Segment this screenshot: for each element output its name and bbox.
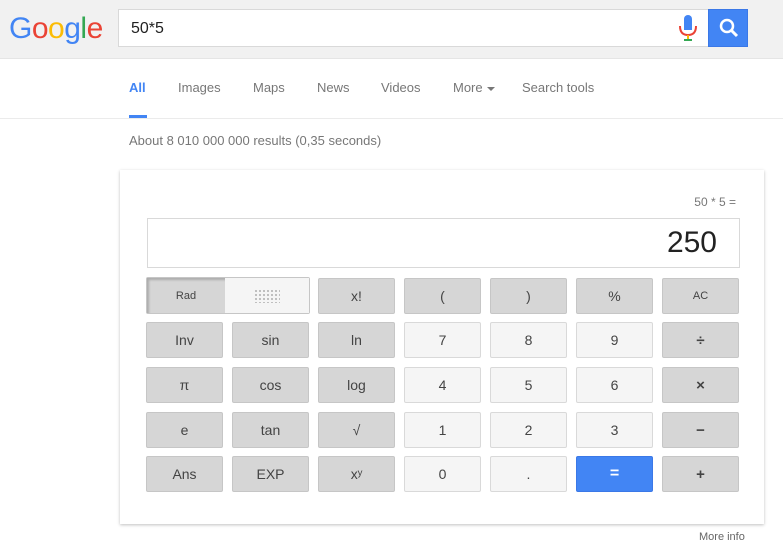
microphone-icon[interactable] xyxy=(678,15,698,41)
logo-letter: o xyxy=(31,12,49,45)
deg-button[interactable] xyxy=(225,278,309,313)
minus-key[interactable]: − xyxy=(662,412,739,448)
logo-letter: G xyxy=(9,12,32,45)
log-key[interactable]: log xyxy=(318,367,395,403)
logo-letter: o xyxy=(48,12,65,45)
power-key[interactable]: xʸ xyxy=(318,456,395,492)
pi-key[interactable]: π xyxy=(146,367,223,403)
cos-key[interactable]: cos xyxy=(232,367,309,403)
left-paren-key[interactable]: ( xyxy=(404,278,481,314)
caret-down-icon xyxy=(486,86,495,91)
tab-more[interactable]: More xyxy=(453,80,495,95)
answer-key[interactable]: Ans xyxy=(146,456,223,492)
digit-2-key[interactable]: 2 xyxy=(490,412,567,448)
rad-button[interactable]: Rad xyxy=(147,278,225,313)
tab-news[interactable]: News xyxy=(317,80,350,95)
logo-letter: g xyxy=(64,12,81,45)
logo-letter: e xyxy=(86,12,104,45)
active-tab-indicator xyxy=(129,115,147,118)
tab-search-tools[interactable]: Search tools xyxy=(522,80,594,95)
tab-all[interactable]: All xyxy=(129,80,146,95)
digit-1-key[interactable]: 1 xyxy=(404,412,481,448)
more-info-link[interactable]: More info xyxy=(699,531,745,543)
search-tabs: All Images Maps News Videos More Search … xyxy=(0,59,783,119)
calculator-card: 50 * 5 = 250 Rad x! ( ) % AC Inv sin ln … xyxy=(120,170,764,524)
ln-key[interactable]: ln xyxy=(318,322,395,358)
divide-key[interactable]: ÷ xyxy=(662,322,739,358)
plus-key[interactable]: + xyxy=(662,456,739,492)
factorial-key[interactable]: x! xyxy=(318,278,395,314)
sin-key[interactable]: sin xyxy=(232,322,309,358)
decimal-key[interactable]: . xyxy=(490,456,567,492)
search-box xyxy=(118,9,708,48)
calculator-history: 50 * 5 = xyxy=(694,195,736,209)
digit-4-key[interactable]: 4 xyxy=(404,367,481,403)
right-paren-key[interactable]: ) xyxy=(490,278,567,314)
tab-maps[interactable]: Maps xyxy=(253,80,285,95)
google-logo[interactable]: Google xyxy=(9,12,103,46)
angle-mode-toggle[interactable]: Rad xyxy=(146,277,310,314)
percent-key[interactable]: % xyxy=(576,278,653,314)
magnifier-icon xyxy=(719,18,739,38)
search-button[interactable] xyxy=(708,9,748,47)
digit-5-key[interactable]: 5 xyxy=(490,367,567,403)
tab-more-label: More xyxy=(453,80,483,95)
all-clear-key[interactable]: AC xyxy=(662,278,739,314)
digit-8-key[interactable]: 8 xyxy=(490,322,567,358)
multiply-key[interactable]: × xyxy=(662,367,739,403)
inverse-key[interactable]: Inv xyxy=(146,322,223,358)
sqrt-key[interactable]: √ xyxy=(318,412,395,448)
tab-videos[interactable]: Videos xyxy=(381,80,421,95)
digit-3-key[interactable]: 3 xyxy=(576,412,653,448)
calculator-display: 250 xyxy=(147,218,740,268)
results-stats: About 8 010 000 000 results (0,35 second… xyxy=(129,133,382,148)
digit-0-key[interactable]: 0 xyxy=(404,456,481,492)
tan-key[interactable]: tan xyxy=(232,412,309,448)
tab-images[interactable]: Images xyxy=(178,80,221,95)
digit-9-key[interactable]: 9 xyxy=(576,322,653,358)
dots-icon xyxy=(254,288,280,303)
exp-key[interactable]: EXP xyxy=(232,456,309,492)
digit-6-key[interactable]: 6 xyxy=(576,367,653,403)
euler-key[interactable]: e xyxy=(146,412,223,448)
search-input[interactable] xyxy=(129,10,673,48)
equals-key[interactable]: = xyxy=(576,456,653,492)
display-value: 250 xyxy=(666,226,717,259)
digit-7-key[interactable]: 7 xyxy=(404,322,481,358)
header-bar: Google xyxy=(0,0,783,59)
